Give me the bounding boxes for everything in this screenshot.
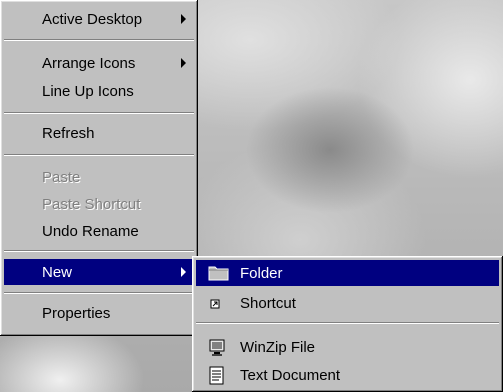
menu-separator	[4, 39, 194, 41]
menu-item-label: Paste	[42, 168, 81, 186]
submenu-item-winzip-file[interactable]: WinZip File	[196, 334, 499, 360]
menu-separator	[196, 322, 499, 324]
menu-item-label: Paste Shortcut	[42, 195, 141, 213]
menu-item-label: Arrange Icons	[42, 54, 136, 72]
desktop-context-menu: Active Desktop Arrange Icons Line Up Ico…	[0, 0, 198, 336]
menu-separator	[4, 154, 194, 156]
menu-separator	[4, 292, 194, 294]
submenu-item-label: Shortcut	[240, 294, 296, 312]
folder-icon	[208, 264, 229, 282]
submenu-item-text-document[interactable]: Text Document	[196, 362, 499, 388]
text-document-icon	[208, 366, 226, 385]
submenu-arrow-icon	[181, 14, 186, 24]
submenu-item-shortcut[interactable]: Shortcut	[196, 290, 499, 316]
new-submenu: Folder Shortcut WinZip File Text Documen…	[192, 256, 503, 392]
menu-item-new[interactable]: New	[4, 259, 194, 285]
menu-item-label: Undo Rename	[42, 222, 139, 240]
shortcut-icon	[208, 294, 226, 312]
submenu-item-label: Folder	[240, 264, 283, 282]
menu-item-label: Properties	[42, 304, 111, 322]
menu-separator	[4, 112, 194, 114]
winzip-icon	[208, 338, 226, 356]
menu-item-refresh[interactable]: Refresh	[4, 120, 194, 146]
menu-separator	[4, 250, 194, 252]
submenu-arrow-icon	[181, 58, 186, 68]
submenu-item-label: Text Document	[240, 366, 341, 384]
submenu-item-folder[interactable]: Folder	[196, 260, 499, 286]
menu-item-label: Line Up Icons	[42, 82, 134, 100]
menu-item-label: New	[42, 263, 73, 281]
menu-item-properties[interactable]: Properties	[4, 300, 194, 326]
menu-item-undo-rename[interactable]: Undo Rename	[4, 218, 194, 244]
submenu-item-label: WinZip File	[240, 338, 316, 356]
menu-item-paste[interactable]: Paste	[4, 164, 194, 190]
menu-item-arrange-icons[interactable]: Arrange Icons	[4, 50, 194, 76]
menu-item-label: Refresh	[42, 124, 95, 142]
menu-item-paste-shortcut[interactable]: Paste Shortcut	[4, 191, 194, 217]
submenu-arrow-icon	[181, 267, 186, 277]
menu-item-active-desktop[interactable]: Active Desktop	[4, 6, 194, 32]
menu-item-line-up-icons[interactable]: Line Up Icons	[4, 78, 194, 104]
menu-item-label: Active Desktop	[42, 10, 143, 28]
